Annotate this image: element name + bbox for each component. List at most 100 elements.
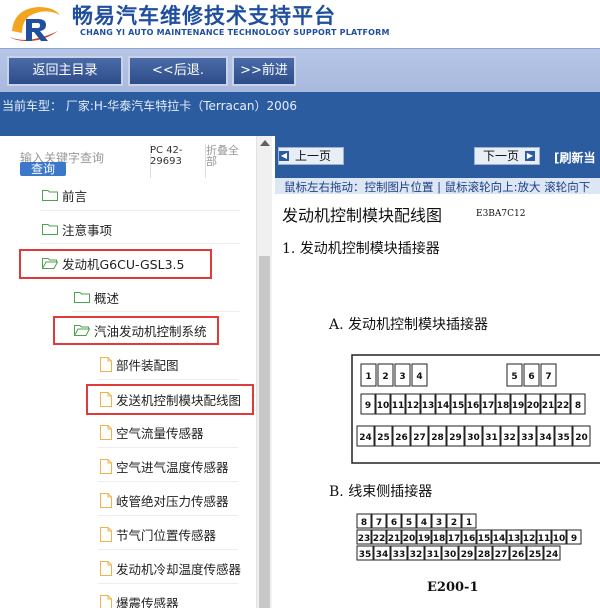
next-page-button[interactable]: 下一页 ▶ [474,147,540,165]
ecm-pin-label: 30 [467,433,480,443]
ecm-pin-label: 26 [395,433,408,443]
file-icon [100,492,112,508]
tree-item-label: 发动机冷却温度传感器 [116,561,242,577]
ecm-pin-label: 20 [527,401,540,411]
file-icon [100,594,112,608]
ecm-pin-label: 10 [377,401,390,411]
harness-pin-label: 12 [523,534,536,544]
ecm-pin-label: 13 [422,401,435,411]
divider [40,243,240,244]
tree-item-tps-sensor[interactable]: 节气门位置传感器 [100,521,216,547]
ecm-pin-label: 28 [431,433,444,443]
ecm-pin-label: 12 [407,401,420,411]
ecm-pin-label: 16 [467,401,480,411]
harness-pin-label: 19 [418,534,431,544]
harness-pin-label: 13 [508,534,521,544]
ecm-pin-label: 27 [413,433,426,443]
ecm-pin-label: 22 [557,401,570,411]
divider [98,549,238,550]
ecm-pin-label: 17 [482,401,495,411]
tree-item-map-sensor[interactable]: 岐管绝对压力传感器 [100,487,229,513]
ecm-pin-label: 11 [392,401,405,411]
ecm-pin-label: 34 [539,433,552,443]
diagram-title: 发动机控制模块配线图 [282,206,443,225]
harness-pin-label: 9 [571,534,577,544]
document-viewer: ◀ 上一页 下一页 ▶ [刷新当 鼠标左右拖动：控制图片位置 | 鼠标滚轮向上:… [275,136,600,608]
refresh-link[interactable]: [刷新当 [554,149,596,166]
harness-pin-label: 5 [406,518,412,528]
divider [98,447,238,448]
arrow-left-icon: ◀ [279,151,289,161]
section-a-heading: A. 发动机控制模块插接器 [329,317,489,333]
highlight-box [53,316,219,345]
tree-item-label: 爆震传感器 [116,595,179,608]
wiring-diagram[interactable]: 发动机控制模块配线图 E3BA7C12 1. 发动机控制模块插接器 A. 发动机… [275,194,600,608]
harness-pin-label: 20 [403,534,416,544]
file-icon [100,560,112,576]
diagram-code: E3BA7C12 [476,209,526,219]
ecm-pin-label: 15 [452,401,465,411]
harness-pin-label: 18 [433,534,446,544]
ecm-pin-label: 6 [528,372,534,382]
tree-item-ect-sensor[interactable]: 发动机冷却温度传感器 [100,555,241,581]
ecm-pin-label: 35 [557,433,570,443]
ecm-pin-label: 4 [416,372,422,382]
connector-id-label: E200-1 [427,580,479,595]
harness-pin-label: 16 [463,534,476,544]
ecm-pin-label: 3 [399,372,405,382]
brand-title: 畅易汽车维修技术支持平台 [72,4,336,28]
ecm-pin-label: 21 [542,401,555,411]
tree-item-label: 空气进气温度传感器 [116,459,229,475]
ecm-pin-label: 1 [365,372,371,382]
search-button[interactable]: 查询 [20,162,66,176]
harness-pin-label: 25 [529,550,542,560]
fold-all-button[interactable]: 折叠全部 [206,145,246,167]
scroll-up-arrow-icon[interactable] [260,140,270,146]
mouse-hint-text: 鼠标左右拖动：控制图片位置 | 鼠标滚轮向上:放大 滚轮向下 [284,180,591,194]
file-icon [100,424,112,440]
tree-item-knock-sensor[interactable]: 爆震传感器 [100,589,179,608]
file-icon [100,458,112,474]
tree-item-preface[interactable]: 前言 [42,182,87,208]
ecm-pin-label: 24 [359,433,372,443]
harness-pin-label: 24 [546,550,559,560]
ecm-pin-label: 31 [485,433,498,443]
harness-pin-label: 30 [444,550,457,560]
tree-item-label: 节气门位置传感器 [116,527,217,543]
sidebar-scrollbar[interactable] [256,136,272,608]
harness-pin-label: 32 [410,550,423,560]
harness-pin-label: 31 [427,550,440,560]
back-button[interactable]: <<后退. [128,56,228,86]
harness-pin-label: 7 [376,518,382,528]
tree-item-label: 概述 [94,290,120,306]
home-button[interactable]: 返回主目录 [7,56,123,86]
tree-item-precautions[interactable]: 注意事项 [42,216,112,242]
folder-icon [74,291,90,303]
harness-pin-label: 34 [376,550,389,560]
arrow-right-icon: ▶ [525,151,535,161]
harness-pin-label: 26 [512,550,525,560]
tree-item-label: 空气流量传感器 [116,425,204,441]
ecm-pin-label: 25 [377,433,390,443]
scrollbar-thumb[interactable] [259,256,270,608]
tree-item-component-layout[interactable]: 部件装配图 [100,351,179,377]
tree-item-label: 岐管绝对压力传感器 [116,493,229,509]
forward-button[interactable]: >>前进 [232,56,296,86]
harness-pin-label: 17 [448,534,461,544]
tree-item-iat-sensor[interactable]: 空气进气温度传感器 [100,453,229,479]
ecm-pin-label: 18 [497,401,510,411]
nav-bar: 返回主目录 <<后退. >>前进 [0,48,600,92]
divider [98,583,238,584]
ecm-pin-label: 7 [545,372,551,382]
sidebar: 输入关键字查询 查询 PC 42-29693 折叠全部 前言 注意事项 发动机G… [0,136,272,608]
tree-item-label: 前言 [62,188,88,204]
vehicle-info-text: 当前车型： 厂家:H-华泰汽车特拉卡（Terracan）2006 [2,99,297,113]
brand-subtitle: CHANG YI AUTO MAINTENANCE TECHNOLOGY SUP… [80,28,390,37]
harness-pin-label: 27 [495,550,508,560]
prev-page-button[interactable]: ◀ 上一页 [278,147,344,165]
tree-item-overview[interactable]: 概述 [74,284,119,310]
harness-pin-label: 15 [478,534,491,544]
harness-pin-label: 21 [388,534,401,544]
ecm-pin-label: 2 [382,372,388,382]
tree-item-maf-sensor[interactable]: 空气流量传感器 [100,419,204,445]
